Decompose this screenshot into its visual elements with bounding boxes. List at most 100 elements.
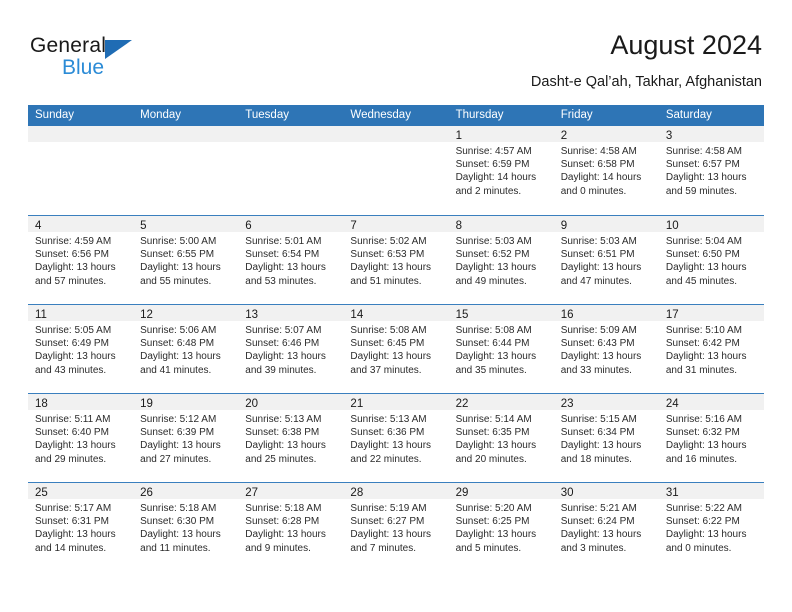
calendar-day-cell[interactable]: 28 Sunrise: 5:19 AM Sunset: 6:27 PM Dayligh… <box>343 483 449 571</box>
day-number-band: 17 <box>658 305 764 321</box>
calendar-day-cell[interactable]: 14 Sunrise: 5:08 AM Sunset: 6:45 PM Dayligh… <box>343 305 449 393</box>
daylight-duration-line2: and 37 minutes. <box>350 364 422 376</box>
day-sun-info: Sunrise: 5:11 AM Sunset: 6:40 PM Daylight:… <box>28 410 133 466</box>
page-header: General Blue August 2024 Dasht-e Qal’ah,… <box>30 28 762 98</box>
calendar-day-cell[interactable]: 31 Sunrise: 5:22 AM Sunset: 6:22 PM Dayligh… <box>658 483 764 571</box>
day-number: 25 <box>35 487 48 499</box>
calendar-day-cell[interactable]: 8 Sunrise: 5:03 AM Sunset: 6:52 PM Daylight… <box>448 216 554 304</box>
calendar-day-cell-empty <box>28 126 134 215</box>
day-sun-info: Sunrise: 5:01 AM Sunset: 6:54 PM Daylight:… <box>238 232 343 288</box>
day-sun-info: Sunrise: 5:16 AM Sunset: 6:32 PM Daylight:… <box>659 410 764 466</box>
calendar-day-cell[interactable]: 29 Sunrise: 5:20 AM Sunset: 6:25 PM Dayligh… <box>448 483 554 571</box>
sunrise-time: Sunrise: 5:22 AM <box>665 503 742 514</box>
sunset-time: Sunset: 6:51 PM <box>560 249 635 261</box>
calendar-day-cell[interactable]: 7 Sunrise: 5:02 AM Sunset: 6:53 PM Daylight… <box>343 216 449 304</box>
daylight-duration-line1: Daylight: 13 hours <box>350 529 432 541</box>
daylight-duration-line2: and 9 minutes. <box>245 542 311 554</box>
day-number-band: 11 <box>28 305 134 321</box>
sunset-time: Sunset: 6:53 PM <box>350 249 425 261</box>
calendar-day-cell[interactable]: 3 Sunrise: 4:58 AM Sunset: 6:57 PM Daylight… <box>658 126 764 215</box>
sunrise-time: Sunrise: 5:05 AM <box>35 325 112 336</box>
calendar-day-cell[interactable]: 10 Sunrise: 5:04 AM Sunset: 6:50 PM Dayligh… <box>658 216 764 304</box>
daylight-duration-line2: and 45 minutes. <box>665 275 738 287</box>
calendar-day-cell[interactable]: 23 Sunrise: 5:15 AM Sunset: 6:34 PM Dayligh… <box>553 394 659 482</box>
calendar-day-cell[interactable]: 2 Sunrise: 4:58 AM Sunset: 6:58 PM Daylight… <box>553 126 659 215</box>
weekday-header-thursday: Thursday <box>455 109 504 121</box>
page-title: August 2024 <box>610 30 762 60</box>
daylight-duration-line2: and 47 minutes. <box>560 275 632 287</box>
calendar-day-cell[interactable]: 20 Sunrise: 5:13 AM Sunset: 6:38 PM Dayligh… <box>238 394 344 482</box>
calendar-day-cell[interactable]: 4 Sunrise: 4:59 AM Sunset: 6:56 PM Daylight… <box>28 216 134 304</box>
calendar-day-cell[interactable]: 15 Sunrise: 5:08 AM Sunset: 6:44 PM Dayligh… <box>448 305 554 393</box>
calendar-day-cell[interactable]: 5 Sunrise: 5:00 AM Sunset: 6:55 PM Daylight… <box>133 216 239 304</box>
day-number: 17 <box>665 309 679 321</box>
sunset-time: Sunset: 6:52 PM <box>455 249 530 261</box>
page-subtitle: Dasht-e Qal’ah, Takhar, Afghanistan <box>530 74 762 90</box>
sunrise-time: Sunrise: 5:03 AM <box>455 236 532 247</box>
day-number: 12 <box>140 309 153 321</box>
calendar-day-cell[interactable]: 1 Sunrise: 4:57 AM Sunset: 6:59 PM Daylight… <box>448 126 554 215</box>
sunrise-time: Sunrise: 5:10 AM <box>665 325 742 336</box>
day-sun-info: Sunrise: 5:08 AM Sunset: 6:45 PM Daylight:… <box>343 321 448 377</box>
calendar-day-cell[interactable]: 25 Sunrise: 5:17 AM Sunset: 6:31 PM Dayligh… <box>28 483 134 571</box>
calendar-day-cell[interactable]: 12 Sunrise: 5:06 AM Sunset: 6:48 PM Dayligh… <box>133 305 239 393</box>
calendar-day-cell[interactable]: 16 Sunrise: 5:09 AM Sunset: 6:43 PM Dayligh… <box>553 305 659 393</box>
sunrise-time: Sunrise: 5:04 AM <box>665 236 742 247</box>
daylight-duration-line2: and 27 minutes. <box>140 453 212 465</box>
day-sun-info: Sunrise: 4:57 AM Sunset: 6:59 PM Daylight:… <box>449 142 554 198</box>
day-number: 16 <box>560 309 574 321</box>
calendar-day-cell[interactable]: 13 Sunrise: 5:07 AM Sunset: 6:46 PM Dayligh… <box>238 305 344 393</box>
calendar-day-cell[interactable]: 30 Sunrise: 5:21 AM Sunset: 6:24 PM Dayligh… <box>553 483 659 571</box>
day-number: 26 <box>140 487 153 499</box>
day-number: 30 <box>560 487 574 499</box>
calendar-day-cell[interactable]: 24 Sunrise: 5:16 AM Sunset: 6:32 PM Dayligh… <box>658 394 764 482</box>
calendar-day-cell[interactable]: 22 Sunrise: 5:14 AM Sunset: 6:35 PM Dayligh… <box>448 394 554 482</box>
day-sun-info: Sunrise: 5:18 AM Sunset: 6:30 PM Daylight:… <box>133 499 238 555</box>
calendar-day-cell[interactable]: 21 Sunrise: 5:13 AM Sunset: 6:36 PM Dayligh… <box>343 394 449 482</box>
daylight-duration-line2: and 2 minutes. <box>455 185 522 197</box>
weekday-header-monday: Monday <box>140 109 182 121</box>
calendar-day-cell[interactable]: 19 Sunrise: 5:12 AM Sunset: 6:39 PM Dayligh… <box>133 394 239 482</box>
calendar-day-cell[interactable]: 9 Sunrise: 5:03 AM Sunset: 6:51 PM Daylight… <box>553 216 659 304</box>
daylight-duration-line2: and 22 minutes. <box>350 453 422 465</box>
day-number: 13 <box>245 309 259 321</box>
daylight-duration-line1: Daylight: 13 hours <box>455 351 537 363</box>
calendar-day-cell[interactable]: 18 Sunrise: 5:11 AM Sunset: 6:40 PM Dayligh… <box>28 394 134 482</box>
day-sun-info: Sunrise: 5:21 AM Sunset: 6:24 PM Daylight:… <box>554 499 659 555</box>
day-number-band: 20 <box>238 394 344 410</box>
daylight-duration-line2: and 53 minutes. <box>245 275 317 287</box>
daylight-duration-line2: and 39 minutes. <box>245 364 317 376</box>
calendar-week-row: 4 Sunrise: 4:59 AM Sunset: 6:56 PM Daylight… <box>28 215 764 304</box>
calendar-week-row: 11 Sunrise: 5:05 AM Sunset: 6:49 PM Dayligh… <box>28 304 764 393</box>
day-number: 22 <box>455 398 469 410</box>
sunrise-time: Sunrise: 5:07 AM <box>245 325 322 336</box>
day-sun-info: Sunrise: 5:15 AM Sunset: 6:34 PM Daylight:… <box>554 410 659 466</box>
daylight-duration-line2: and 29 minutes. <box>35 453 107 465</box>
day-number: 31 <box>665 487 679 499</box>
calendar-day-cell[interactable]: 27 Sunrise: 5:18 AM Sunset: 6:28 PM Dayligh… <box>238 483 344 571</box>
sunrise-time: Sunrise: 5:03 AM <box>560 236 637 247</box>
day-number-band: 14 <box>343 305 449 321</box>
daylight-duration-line2: and 18 minutes. <box>560 453 632 465</box>
day-number: 28 <box>350 487 364 499</box>
sunrise-time: Sunrise: 5:17 AM <box>35 503 112 514</box>
day-sun-info: Sunrise: 5:20 AM Sunset: 6:25 PM Daylight:… <box>449 499 554 555</box>
day-number-band: 12 <box>133 305 239 321</box>
daylight-duration-line2: and 55 minutes. <box>140 275 212 287</box>
brand-name-blue: Blue <box>62 56 105 79</box>
daylight-duration-line1: Daylight: 13 hours <box>35 440 116 452</box>
daylight-duration-line1: Daylight: 13 hours <box>245 529 326 541</box>
calendar-day-cell[interactable]: 17 Sunrise: 5:10 AM Sunset: 6:42 PM Dayligh… <box>658 305 764 393</box>
calendar-day-cell[interactable]: 26 Sunrise: 5:18 AM Sunset: 6:30 PM Dayligh… <box>133 483 239 571</box>
day-number-band: 27 <box>238 483 344 499</box>
calendar-day-cell[interactable]: 6 Sunrise: 5:01 AM Sunset: 6:54 PM Daylight… <box>238 216 344 304</box>
daylight-duration-line2: and 59 minutes. <box>665 185 738 197</box>
brand-logo[interactable]: General Blue <box>30 34 230 90</box>
daylight-duration-line1: Daylight: 13 hours <box>140 351 221 363</box>
calendar-day-cell[interactable]: 11 Sunrise: 5:05 AM Sunset: 6:49 PM Dayligh… <box>28 305 134 393</box>
daylight-duration-line1: Daylight: 13 hours <box>245 351 326 363</box>
day-number-band: 3 <box>658 126 764 142</box>
sunset-time: Sunset: 6:55 PM <box>140 249 215 261</box>
sunset-time: Sunset: 6:22 PM <box>665 516 740 528</box>
day-number-band: 21 <box>343 394 449 410</box>
